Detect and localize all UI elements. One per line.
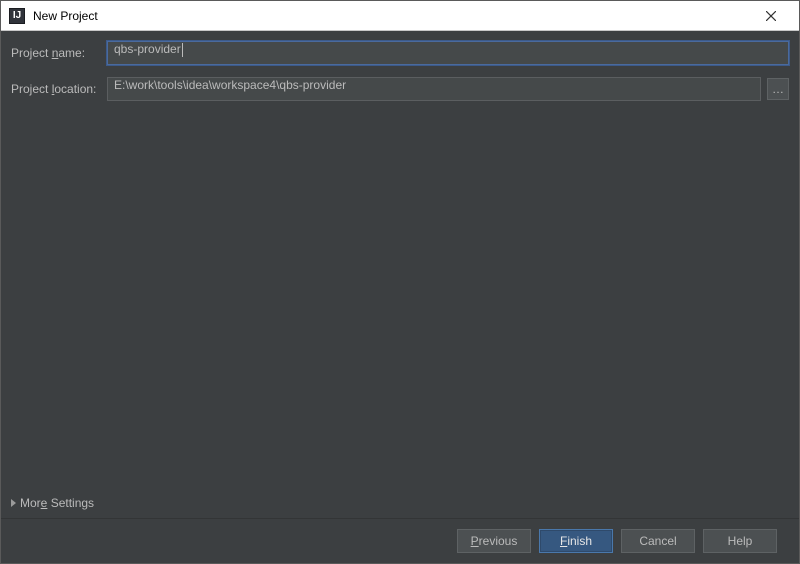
label-text: Project bbox=[11, 46, 52, 60]
finish-button[interactable]: Finish bbox=[539, 529, 613, 553]
project-name-row: Project name: qbs-provider bbox=[11, 41, 789, 65]
chevron-right-icon bbox=[11, 499, 16, 507]
button-label: Cancel bbox=[639, 534, 676, 548]
label-text: Settings bbox=[47, 496, 94, 510]
more-settings-toggle[interactable]: More Settings bbox=[11, 490, 789, 518]
button-mnemonic: P bbox=[471, 534, 479, 548]
close-button[interactable] bbox=[751, 2, 791, 30]
new-project-dialog: IJ New Project Project name: qbs-provide… bbox=[0, 0, 800, 564]
titlebar: IJ New Project bbox=[1, 1, 799, 31]
button-label: revious bbox=[479, 534, 518, 548]
label-text: ame: bbox=[58, 46, 85, 60]
empty-area bbox=[11, 113, 789, 490]
input-value: qbs-provider bbox=[114, 42, 181, 56]
project-name-label: Project name: bbox=[11, 46, 107, 60]
label-text: Project bbox=[11, 82, 52, 96]
dialog-body: Project name: qbs-provider Project locat… bbox=[1, 31, 799, 563]
project-location-label: Project location: bbox=[11, 82, 107, 96]
ellipsis-icon: … bbox=[772, 82, 784, 96]
label-text: ocation: bbox=[54, 82, 96, 96]
browse-location-button[interactable]: … bbox=[767, 78, 789, 100]
button-label: inish bbox=[567, 534, 592, 548]
input-value: E:\work\tools\idea\workspace4\qbs-provid… bbox=[114, 78, 346, 92]
project-name-input[interactable]: qbs-provider bbox=[107, 41, 789, 65]
cancel-button[interactable]: Cancel bbox=[621, 529, 695, 553]
close-icon bbox=[766, 11, 776, 21]
button-bar: Previous Finish Cancel Help bbox=[11, 519, 789, 563]
project-location-row: Project location: E:\work\tools\idea\wor… bbox=[11, 77, 789, 101]
help-button[interactable]: Help bbox=[703, 529, 777, 553]
project-location-input[interactable]: E:\work\tools\idea\workspace4\qbs-provid… bbox=[107, 77, 761, 101]
app-icon: IJ bbox=[9, 8, 25, 24]
previous-button[interactable]: Previous bbox=[457, 529, 531, 553]
window-title: New Project bbox=[33, 9, 751, 23]
button-label: Help bbox=[728, 534, 753, 548]
label-text: Mor bbox=[20, 496, 41, 510]
text-caret bbox=[182, 43, 183, 57]
